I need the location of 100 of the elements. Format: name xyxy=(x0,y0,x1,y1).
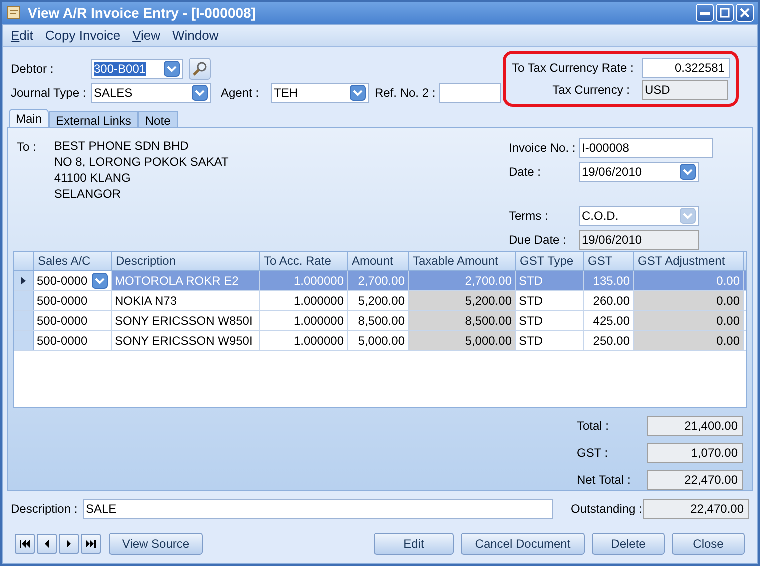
action-button[interactable]: Cancel Document xyxy=(461,533,585,555)
journal-type-field[interactable]: SALES xyxy=(91,83,211,103)
table-cell: 500-0000 xyxy=(34,271,112,290)
field-label: Description : xyxy=(11,501,79,518)
table-cell: 500-0000 xyxy=(34,331,112,350)
menu-item[interactable]: Window xyxy=(172,26,219,46)
tab[interactable]: Note xyxy=(138,111,178,127)
table-cell: 1.000000 xyxy=(260,331,348,350)
tab[interactable]: External Links xyxy=(49,111,138,127)
document-icon xyxy=(6,5,22,21)
window-title: View A/R Invoice Entry - [I-000008] xyxy=(28,4,257,23)
table-cell: 1.000000 xyxy=(260,291,348,310)
table-cell: STD xyxy=(516,311,584,330)
field-label: To Tax Currency Rate : xyxy=(512,60,635,77)
action-button[interactable]: Edit xyxy=(374,533,454,555)
field-label: Net Total : xyxy=(577,472,632,489)
close-button[interactable] xyxy=(736,4,754,22)
action-button[interactable]: View Source xyxy=(109,533,203,555)
maximize-button[interactable] xyxy=(716,4,734,22)
menu-item[interactable]: Copy Invoice xyxy=(45,26,121,46)
column-header[interactable]: GST Adjustment xyxy=(634,252,744,270)
column-header[interactable]: GST Type xyxy=(516,252,584,270)
table-cell: SONY ERICSSON W950I xyxy=(112,331,260,350)
outstanding-field[interactable]: 22,470.00 xyxy=(643,499,749,519)
column-header[interactable]: Description xyxy=(112,252,260,270)
table-cell: 1.000000 xyxy=(260,271,348,290)
address-line: SELANGOR xyxy=(54,186,122,202)
table-cell: 0.00 xyxy=(634,311,744,330)
field-label: GST : xyxy=(577,445,610,462)
table-cell: 2,700.00 xyxy=(409,271,516,290)
search-icon xyxy=(192,61,208,77)
table-cell: 0.00 xyxy=(634,291,744,310)
field-label: Due Date : xyxy=(509,232,568,249)
field-label: Outstanding : xyxy=(571,501,641,518)
debtor-field[interactable]: 300-B001 xyxy=(91,59,183,79)
table-cell: 5,000.00 xyxy=(409,331,516,350)
address-line: NO 8, LORONG POKOK SAKAT xyxy=(54,154,229,170)
table-cell: 5,200.00 xyxy=(409,291,516,310)
table-cell: 0.00 xyxy=(634,271,744,290)
first-record-button[interactable] xyxy=(15,534,35,554)
date-field[interactable]: 19/06/2010 xyxy=(579,162,699,182)
field-label: Terms : xyxy=(509,208,550,225)
table-cell: 0.00 xyxy=(634,331,744,350)
table-row[interactable]: 500-0000 MOTOROLA ROKR E2 1.000000 2,700.00 2,700.00 STD 135.00 0.00 xyxy=(14,271,746,292)
table-cell: 2,700.00 xyxy=(348,271,409,290)
column-header[interactable]: GST xyxy=(584,252,634,270)
address-line: 41100 KLANG xyxy=(54,170,132,186)
minimize-button[interactable] xyxy=(696,4,714,22)
total-field[interactable]: 1,070.00 xyxy=(647,443,743,463)
action-button[interactable]: Close xyxy=(672,533,745,555)
next-record-button[interactable] xyxy=(59,534,79,554)
tax-rate-field[interactable]: 0.322581 xyxy=(642,58,730,78)
field-label: Agent : xyxy=(221,85,260,102)
prev-record-button[interactable] xyxy=(37,534,57,554)
tab[interactable]: Main xyxy=(9,109,50,127)
field-label: Total : xyxy=(577,418,610,435)
total-field[interactable]: 22,470.00 xyxy=(647,470,743,490)
minimize-icon xyxy=(700,12,710,14)
field-label: Tax Currency : xyxy=(552,82,630,99)
field-label: Debtor : xyxy=(11,61,55,78)
action-button[interactable]: Delete xyxy=(592,533,665,555)
description-field[interactable]: SALE xyxy=(83,499,553,519)
menu-item[interactable]: Edit xyxy=(11,26,34,46)
field-label: Date : xyxy=(509,164,542,181)
table-cell: STD xyxy=(516,331,584,350)
row-pointer-icon xyxy=(20,276,26,285)
tax-currency-field[interactable]: USD xyxy=(642,80,728,100)
column-header[interactable]: To Acc. Rate xyxy=(260,252,348,270)
field-label: Ref. No. 2 : xyxy=(375,85,437,102)
table-cell: 500-0000 xyxy=(34,311,112,330)
table-cell: 1.000000 xyxy=(260,311,348,330)
table-cell: STD xyxy=(516,291,584,310)
table-cell: NOKIA N73 xyxy=(112,291,260,310)
field-label: To : xyxy=(17,139,36,156)
column-header[interactable]: Taxable Amount xyxy=(409,252,516,270)
ref-no-2-field[interactable] xyxy=(439,83,501,103)
close-icon xyxy=(740,8,750,18)
table-row[interactable]: 500-0000 NOKIA N73 1.000000 5,200.00 5,200.00 STD 260.00 0.00 xyxy=(14,291,746,312)
table-cell: 135.00 xyxy=(584,271,634,290)
last-record-button[interactable] xyxy=(81,534,101,554)
search-button[interactable] xyxy=(189,58,211,80)
maximize-icon xyxy=(720,8,730,18)
table-cell: STD xyxy=(516,271,584,290)
due-date-field[interactable]: 19/06/2010 xyxy=(579,230,699,250)
address-line: BEST PHONE SDN BHD xyxy=(54,138,190,154)
table-cell: 8,500.00 xyxy=(409,311,516,330)
table-row[interactable]: 500-0000 SONY ERICSSON W850I 1.000000 8,500.00 8,500.00 STD 425.00 0.00 xyxy=(14,311,746,332)
table-row[interactable]: 500-0000 SONY ERICSSON W950I 1.000000 5,000.00 5,000.00 STD 250.00 0.00 xyxy=(14,331,746,352)
table-cell: SONY ERICSSON W850I xyxy=(112,311,260,330)
field-label: Invoice No. : xyxy=(509,140,577,157)
terms-field[interactable]: C.O.D. xyxy=(579,206,699,226)
menu-item[interactable]: View xyxy=(132,26,161,46)
agent-field[interactable]: TEH xyxy=(271,83,369,103)
column-header[interactable]: Amount xyxy=(348,252,409,270)
invoice-number-field[interactable]: I-000008 xyxy=(579,138,713,158)
table-cell: 500-0000 xyxy=(34,291,112,310)
column-header[interactable]: Sales A/C xyxy=(34,252,112,270)
field-label: Journal Type : xyxy=(11,85,88,102)
total-field[interactable]: 21,400.00 xyxy=(647,416,743,436)
table-cell: MOTOROLA ROKR E2 xyxy=(112,271,260,290)
